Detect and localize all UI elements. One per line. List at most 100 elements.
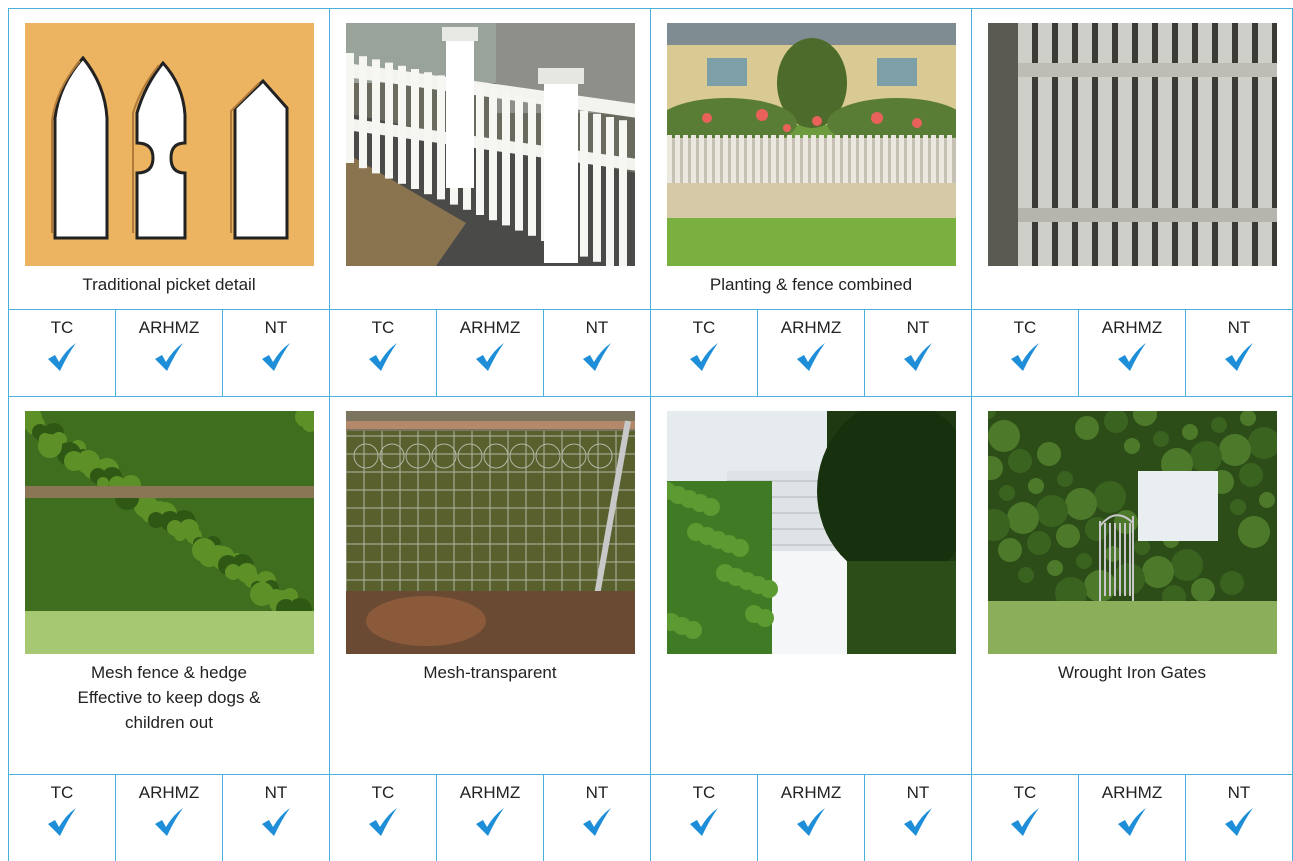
check-label: TC (371, 318, 395, 337)
check-label: TC (1013, 783, 1037, 802)
mesh-fence-hedge-photo (24, 411, 314, 654)
check-group: TC ARHMZ NT (971, 309, 1293, 396)
fence-cell: Planting & fence combined (650, 8, 971, 309)
caption-line: Wrought Iron Gates (1057, 663, 1207, 682)
check-label: NT (264, 318, 288, 337)
check-tc: TC (651, 310, 758, 396)
check-nt: NT (223, 310, 329, 396)
image-row: Mesh fence & hedge Effective to keep dogs… (8, 396, 1293, 774)
check-label: TC (371, 783, 395, 802)
check-nt: NT (223, 775, 329, 861)
checkmark-icon (795, 807, 827, 837)
check-label: ARHMZ (138, 783, 200, 802)
check-group: TC ARHMZ NT (329, 774, 650, 861)
fence-cell (971, 8, 1293, 309)
check-label: NT (906, 318, 930, 337)
caption-line: Planting & fence combined (709, 275, 913, 294)
photo-caption: Mesh fence & hedge Effective to keep dogs… (69, 654, 268, 735)
picket-detail-illustration (24, 23, 314, 266)
check-arhmz: ARHMZ (758, 775, 865, 861)
checkmark-icon (1116, 342, 1148, 372)
caption-line: children out (125, 713, 213, 732)
fence-cell (329, 8, 650, 309)
photo-caption: Planting & fence combined (702, 266, 920, 297)
checkmark-icon (260, 807, 292, 837)
check-label: TC (692, 318, 716, 337)
checkmark-icon (1116, 807, 1148, 837)
checkmark-icon (1009, 342, 1041, 372)
check-tc: TC (9, 775, 116, 861)
fence-cell: Mesh fence & hedge Effective to keep dogs… (8, 396, 329, 774)
checkmark-icon (46, 807, 78, 837)
check-label: NT (585, 783, 609, 802)
checkmark-icon (474, 342, 506, 372)
check-arhmz: ARHMZ (116, 310, 223, 396)
check-tc: TC (651, 775, 758, 861)
checkmark-icon (46, 342, 78, 372)
check-group: TC ARHMZ NT (650, 774, 971, 861)
check-label: NT (585, 318, 609, 337)
check-row: TC ARHMZ NT TC ARHMZ NT TC ARHMZ NT TC ARHMZ NT (8, 309, 1293, 396)
check-label: TC (1013, 318, 1037, 337)
cottage-garden-picket-fence-photo (666, 23, 956, 266)
check-label: NT (1227, 318, 1251, 337)
weathered-picket-fence-closeup-photo (987, 23, 1277, 266)
check-label: ARHMZ (1101, 318, 1163, 337)
check-tc: TC (972, 310, 1079, 396)
check-label: ARHMZ (780, 783, 842, 802)
photo-caption: Wrought Iron Gates (1050, 654, 1214, 685)
check-label: ARHMZ (459, 783, 521, 802)
checkmark-icon (1009, 807, 1041, 837)
check-tc: TC (972, 775, 1079, 861)
image-row: Traditional picket detail Planting & fen… (8, 8, 1293, 309)
check-nt: NT (544, 775, 650, 861)
check-group: TC ARHMZ NT (329, 309, 650, 396)
check-arhmz: ARHMZ (437, 775, 544, 861)
check-label: NT (906, 783, 930, 802)
check-label: NT (1227, 783, 1251, 802)
checkmark-icon (902, 807, 934, 837)
caption-line: Mesh-transparent (423, 663, 557, 682)
checkmark-icon (581, 807, 613, 837)
check-arhmz: ARHMZ (1079, 310, 1186, 396)
fence-type-grid: Traditional picket detail Planting & fen… (8, 8, 1293, 861)
transparent-mesh-fence-photo (345, 411, 635, 654)
checkmark-icon (688, 807, 720, 837)
fence-cell: Mesh-transparent (329, 396, 650, 774)
fence-cell: Wrought Iron Gates (971, 396, 1293, 774)
check-nt: NT (865, 775, 971, 861)
check-label: TC (692, 783, 716, 802)
check-group: TC ARHMZ NT (8, 774, 329, 861)
check-nt: NT (544, 310, 650, 396)
white-gate-between-hedges-photo (666, 411, 956, 654)
check-label: TC (50, 318, 74, 337)
check-tc: TC (9, 310, 116, 396)
checkmark-icon (795, 342, 827, 372)
caption-line: Mesh fence & hedge (91, 663, 247, 682)
check-group: TC ARHMZ NT (971, 774, 1293, 861)
check-nt: NT (1186, 310, 1292, 396)
check-nt: NT (865, 310, 971, 396)
check-row: TC ARHMZ NT TC ARHMZ NT TC ARHMZ NT TC ARHMZ NT (8, 774, 1293, 861)
check-label: ARHMZ (780, 318, 842, 337)
checkmark-icon (1223, 807, 1255, 837)
checkmark-icon (581, 342, 613, 372)
check-label: ARHMZ (1101, 783, 1163, 802)
caption-line: Effective to keep dogs & (77, 688, 261, 707)
fence-cell: Traditional picket detail (8, 8, 329, 309)
checkmark-icon (260, 342, 292, 372)
check-arhmz: ARHMZ (437, 310, 544, 396)
photo-caption: Traditional picket detail (74, 266, 263, 297)
check-nt: NT (1186, 775, 1292, 861)
checkmark-icon (153, 342, 185, 372)
check-label: NT (264, 783, 288, 802)
checkmark-icon (153, 807, 185, 837)
checkmark-icon (474, 807, 506, 837)
check-label: TC (50, 783, 74, 802)
check-label: ARHMZ (459, 318, 521, 337)
check-tc: TC (330, 775, 437, 861)
checkmark-icon (367, 342, 399, 372)
checkmark-icon (1223, 342, 1255, 372)
check-arhmz: ARHMZ (758, 310, 865, 396)
check-group: TC ARHMZ NT (8, 309, 329, 396)
